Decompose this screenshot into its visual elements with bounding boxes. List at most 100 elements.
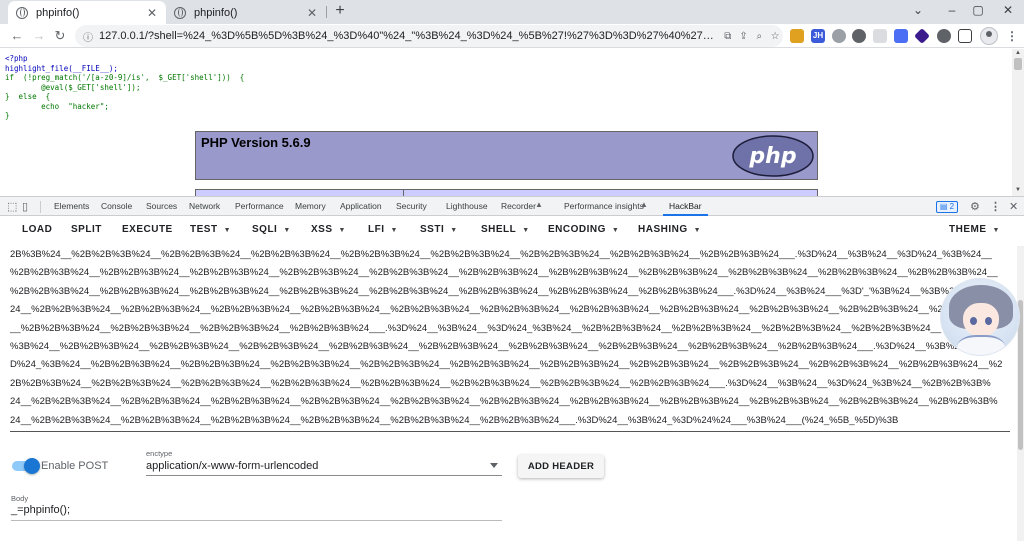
- tab-hackbar[interactable]: HackBar: [663, 201, 708, 216]
- avatar-eye: [970, 317, 977, 325]
- reload-button[interactable]: ↻: [51, 27, 69, 45]
- url-text[interactable]: 127.0.0.1/?shell=%24_%3D%5B%5D%3B%24_%3D…: [99, 30, 720, 42]
- url-payload-textarea[interactable]: 2B%3B%24__%2B%2B%3B%24__%2B%2B%3B%24__%2…: [10, 246, 1010, 432]
- tab-network[interactable]: Network: [189, 201, 220, 211]
- new-tab-button[interactable]: +: [332, 2, 348, 20]
- enable-post-label: Enable POST: [41, 460, 109, 472]
- tab-divider: [326, 6, 327, 18]
- menu-label: SQLI: [252, 224, 278, 235]
- tab-search-button[interactable]: ⌄: [906, 3, 930, 17]
- device-toolbar-icon[interactable]: ▯: [22, 200, 28, 213]
- extension-icon[interactable]: [873, 29, 887, 43]
- settings-gear-icon[interactable]: ⚙: [970, 200, 980, 213]
- payload-line: 2B%3B%24__%2B%2B%3B%24__%2B%2B%3B%24__%2…: [10, 249, 992, 260]
- address-bar[interactable]: ⓘ 127.0.0.1/?shell=%24_%3D%5B%5D%3B%24_%…: [75, 25, 783, 47]
- close-window-button[interactable]: ✕: [996, 3, 1020, 17]
- flask-icon: ▲: [535, 200, 543, 209]
- sqli-menu[interactable]: SQLI ▼: [252, 224, 291, 235]
- page-scrollbar[interactable]: ▲ ▼: [1012, 49, 1024, 196]
- menu-label: HASHING: [638, 224, 688, 235]
- enctype-select[interactable]: application/x-www-form-urlencoded: [146, 460, 502, 476]
- shell-menu[interactable]: SHELL ▼: [481, 224, 530, 235]
- close-tab-icon[interactable]: ✕: [144, 6, 160, 20]
- extensions-puzzle-icon[interactable]: [937, 29, 951, 43]
- back-button[interactable]: ←: [8, 27, 26, 45]
- extension-icon[interactable]: [894, 29, 908, 43]
- scroll-up-arrow[interactable]: ▲: [1015, 50, 1021, 56]
- share-icon[interactable]: ⇪: [736, 31, 752, 42]
- maximize-button[interactable]: ▢: [966, 3, 990, 17]
- close-tab-icon[interactable]: ✕: [304, 6, 320, 20]
- menu-label: SSTI: [420, 224, 445, 235]
- tab-performance-insights[interactable]: Performance insights: [564, 201, 644, 211]
- caret-down-icon: ▼: [693, 227, 702, 234]
- browser-tab-2[interactable]: phpinfo() ✕: [166, 1, 326, 24]
- tab-memory[interactable]: Memory: [295, 201, 326, 211]
- add-header-button[interactable]: ADD HEADER: [518, 455, 604, 478]
- toggle-knob[interactable]: [24, 458, 40, 474]
- scrollbar-thumb[interactable]: [1014, 58, 1022, 70]
- payload-line: %3B%24__%2B%2B%3B%24__%2B%2B%3B%24__%2B%…: [10, 340, 976, 352]
- hashing-menu[interactable]: HASHING ▼: [638, 224, 701, 235]
- post-body-input[interactable]: _=phpinfo();: [11, 504, 502, 521]
- payload-line: 24__%2B%2B%3B%24__%2B%2B%3B%24__%2B%2B%3…: [10, 396, 998, 408]
- issues-badge[interactable]: ▤ 2: [936, 201, 958, 213]
- flask-icon: ▲: [640, 200, 648, 209]
- php-version-title: PHP Version 5.6.9: [201, 135, 311, 150]
- close-devtools-icon[interactable]: ✕: [1009, 200, 1018, 213]
- browser-menu-icon[interactable]: ⋮: [1006, 29, 1018, 43]
- tab-recorder[interactable]: Recorder: [501, 201, 536, 211]
- caret-down-icon: ▼: [522, 227, 530, 234]
- tab-security[interactable]: Security: [396, 201, 427, 211]
- test-menu[interactable]: TEST ▼: [190, 224, 231, 235]
- minimize-button[interactable]: –: [940, 3, 964, 17]
- tab-sources[interactable]: Sources: [146, 201, 177, 211]
- browser-toolbar: ← → ↻ ⓘ 127.0.0.1/?shell=%24_%3D%5B%5D%3…: [0, 24, 1024, 48]
- tab-console[interactable]: Console: [101, 201, 132, 211]
- menu-label: EXECUTE: [122, 224, 173, 235]
- tab-elements[interactable]: Elements: [54, 201, 89, 211]
- extension-icon[interactable]: [790, 29, 804, 43]
- payload-line: 24__%2B%2B%3B%24__%2B%2B%3B%24__%2B%2B%3…: [10, 304, 1009, 316]
- devtools-menu-icon[interactable]: ⋮: [990, 200, 1001, 213]
- site-info-icon[interactable]: ⓘ: [83, 29, 93, 44]
- lfi-menu[interactable]: LFI ▼: [368, 224, 398, 235]
- tab-application[interactable]: Application: [340, 201, 382, 211]
- caret-down-icon: ▼: [450, 227, 458, 234]
- execute-button[interactable]: EXECUTE: [122, 224, 173, 235]
- side-panel-icon[interactable]: [958, 29, 972, 43]
- payload-line: %2B%2B%3B%24__%2B%2B%3B%24__%2B%2B%3B%24…: [10, 267, 998, 279]
- payload-line: 2B%2B%3B%24__%2B%2B%3B%24__%2B%2B%3B%24_…: [10, 377, 991, 389]
- extension-icon[interactable]: [832, 29, 846, 43]
- enable-post-toggle[interactable]: [12, 458, 40, 474]
- tab-strip: phpinfo() ✕ phpinfo() ✕ + ⌄ – ▢ ✕: [0, 0, 1024, 24]
- split-button[interactable]: SPLIT: [71, 224, 102, 235]
- forward-button[interactable]: →: [30, 27, 48, 45]
- ssti-menu[interactable]: SSTI ▼: [420, 224, 458, 235]
- phpinfo-table: [195, 189, 818, 196]
- menu-label: LOAD: [22, 224, 53, 235]
- extension-icon[interactable]: JH: [811, 29, 825, 43]
- divider: [40, 201, 41, 213]
- encoding-menu[interactable]: ENCODING ▼: [548, 224, 619, 235]
- caret-down-icon: ▼: [283, 227, 291, 234]
- profile-avatar[interactable]: [980, 27, 998, 45]
- code-line: }: [5, 111, 10, 120]
- code-line: highlight_file(__FILE__);: [5, 63, 118, 73]
- tab-performance[interactable]: Performance: [235, 201, 284, 211]
- menu-label: LFI: [368, 224, 385, 235]
- search-icon[interactable]: ⌕: [751, 31, 767, 42]
- inspect-element-icon[interactable]: ⬚: [7, 200, 17, 213]
- menu-label: XSS: [311, 224, 333, 235]
- browser-tab-1[interactable]: phpinfo() ✕: [8, 1, 166, 24]
- scroll-down-arrow[interactable]: ▼: [1015, 187, 1021, 193]
- xss-menu[interactable]: XSS ▼: [311, 224, 346, 235]
- hackbar-scrollbar[interactable]: [1017, 246, 1024, 541]
- extension-icon[interactable]: [914, 28, 930, 44]
- extension-icon[interactable]: [852, 29, 866, 43]
- load-button[interactable]: LOAD: [22, 224, 52, 235]
- theme-menu[interactable]: THEME ▼: [949, 224, 1000, 235]
- bookmark-star-icon[interactable]: ☆: [767, 31, 783, 42]
- translate-icon[interactable]: ⧉: [720, 31, 736, 42]
- tab-lighthouse[interactable]: Lighthouse: [446, 201, 488, 211]
